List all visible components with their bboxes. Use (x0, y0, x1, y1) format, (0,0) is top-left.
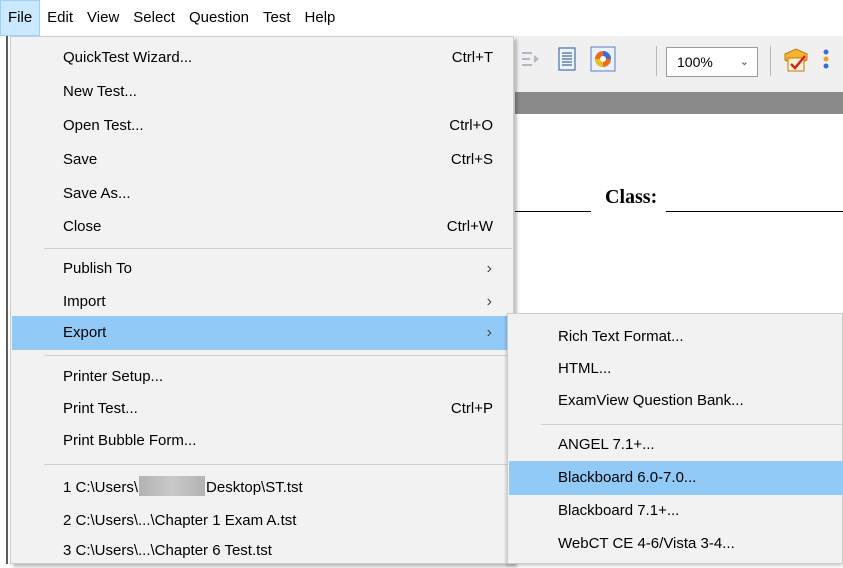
submenu-item-blackboard-7[interactable]: Blackboard 7.1+... (509, 494, 843, 528)
class-field-row: Class: (515, 184, 843, 214)
submenu-item-label: ExamView Question Bank... (558, 392, 744, 409)
submenu-item-label: WebCT CE 4-6/Vista 3-4... (558, 535, 735, 552)
menu-test[interactable]: Test (256, 0, 298, 36)
name-underline (515, 211, 591, 212)
more-icon[interactable] (820, 46, 836, 72)
toolbar-separator (656, 46, 657, 76)
menu-item-label: QuickTest Wizard... (63, 49, 193, 66)
menu-item-import[interactable]: Import › (12, 285, 512, 319)
menu-item-label: Save As... (63, 185, 131, 202)
window-left-edge (0, 36, 10, 564)
document-list-icon[interactable] (554, 46, 580, 72)
chevron-right-icon: › (486, 324, 492, 341)
menu-item-recent-file-1[interactable]: 1 C:\Users\ Desktop\ST.tst (12, 471, 512, 505)
redacted-username (139, 476, 206, 496)
ruler-strip (515, 92, 843, 114)
zoom-value: 100% (677, 54, 713, 70)
chevron-right-icon: › (486, 260, 492, 277)
toolbar-separator (770, 46, 771, 76)
menu-help[interactable]: Help (298, 0, 343, 36)
menu-item-save-as[interactable]: Save As... (12, 177, 512, 211)
menu-item-label: Printer Setup... (63, 368, 164, 385)
menu-item-print-test[interactable]: Print Test... Ctrl+P (12, 392, 512, 426)
submenu-item-label: Rich Text Format... (558, 328, 684, 345)
menu-edit[interactable]: Edit (40, 0, 80, 36)
submenu-item-examview-question-bank[interactable]: ExamView Question Bank... (509, 384, 843, 418)
menu-bar: File Edit View Select Question Test Help (0, 0, 843, 36)
menu-item-label: Import (63, 293, 106, 310)
grade-check-icon[interactable] (782, 46, 808, 72)
file-menu: QuickTest Wizard... Ctrl+T New Test... O… (10, 36, 514, 564)
menu-question[interactable]: Question (182, 0, 256, 36)
menu-item-label: Export (63, 324, 107, 341)
menu-file[interactable]: File (0, 0, 41, 36)
menu-item-shortcut: Ctrl+S (450, 151, 493, 168)
menu-item-shortcut: Ctrl+T (451, 49, 493, 66)
submenu-item-html[interactable]: HTML... (509, 352, 843, 386)
menu-item-printer-setup[interactable]: Printer Setup... (12, 360, 512, 394)
menu-item-label: 2 C:\Users\...\Chapter 1 Exam A.tst (63, 512, 297, 529)
submenu-item-label: Blackboard 6.0-7.0... (558, 469, 697, 486)
indent-icon[interactable] (518, 46, 544, 72)
menu-view[interactable]: View (80, 0, 126, 36)
menu-select[interactable]: Select (126, 0, 182, 36)
class-underline (666, 211, 843, 212)
zoom-select[interactable]: 100% ⌄ (666, 47, 758, 77)
menu-item-label: 1 C:\Users\ Desktop\ST.tst (63, 471, 303, 505)
menu-item-shortcut: Ctrl+O (449, 117, 493, 134)
export-submenu: Rich Text Format... HTML... ExamView Que… (507, 313, 843, 564)
menu-item-label: Print Bubble Form... (63, 432, 197, 449)
menu-item-close[interactable]: Close Ctrl+W (12, 210, 512, 244)
submenu-item-blackboard-6[interactable]: Blackboard 6.0-7.0... (509, 461, 843, 495)
menu-item-label: Publish To (63, 260, 132, 277)
menu-separator (44, 464, 512, 465)
menu-item-save[interactable]: Save Ctrl+S (12, 143, 512, 177)
menu-item-shortcut: Ctrl+P (450, 400, 493, 417)
menu-item-recent-file-2[interactable]: 2 C:\Users\...\Chapter 1 Exam A.tst (12, 504, 512, 538)
submenu-item-label: HTML... (558, 360, 612, 377)
recent-path-prefix: 1 C:\Users\ (63, 479, 139, 496)
menu-item-new-test[interactable]: New Test... (12, 75, 512, 109)
chevron-down-icon: ⌄ (739, 56, 749, 68)
menu-separator (44, 248, 512, 249)
menu-item-quicktest-wizard[interactable]: QuickTest Wizard... Ctrl+T (12, 41, 512, 75)
menu-item-label: Save (63, 151, 98, 168)
submenu-item-label: Blackboard 7.1+... (558, 502, 680, 519)
menu-item-label: Open Test... (63, 117, 144, 134)
menu-item-export[interactable]: Export › (12, 316, 512, 350)
menu-item-label: 3 C:\Users\...\Chapter 6 Test.tst (63, 542, 272, 559)
submenu-item-webct[interactable]: WebCT CE 4-6/Vista 3-4... (509, 527, 843, 561)
chevron-right-icon: › (486, 293, 492, 310)
menu-item-label: New Test... (63, 83, 137, 100)
class-label: Class: (605, 186, 658, 208)
submenu-separator (541, 424, 842, 425)
submenu-item-angel[interactable]: ANGEL 7.1+... (509, 428, 843, 462)
menu-item-shortcut: Ctrl+W (446, 218, 493, 235)
recent-path-suffix: Desktop\ST.tst (206, 479, 303, 496)
menu-item-print-bubble-form[interactable]: Print Bubble Form... (12, 424, 512, 458)
menu-item-publish-to[interactable]: Publish To › (12, 252, 512, 286)
menu-item-label: Print Test... (63, 400, 138, 417)
submenu-item-label: ANGEL 7.1+... (558, 436, 655, 453)
color-wheel-icon[interactable] (590, 46, 616, 72)
menu-item-recent-file-3[interactable]: 3 C:\Users\...\Chapter 6 Test.tst (12, 534, 512, 568)
menu-item-open-test[interactable]: Open Test... Ctrl+O (12, 109, 512, 143)
menu-separator (44, 355, 512, 356)
submenu-item-rich-text-format[interactable]: Rich Text Format... (509, 320, 843, 354)
menu-item-label: Close (63, 218, 102, 235)
